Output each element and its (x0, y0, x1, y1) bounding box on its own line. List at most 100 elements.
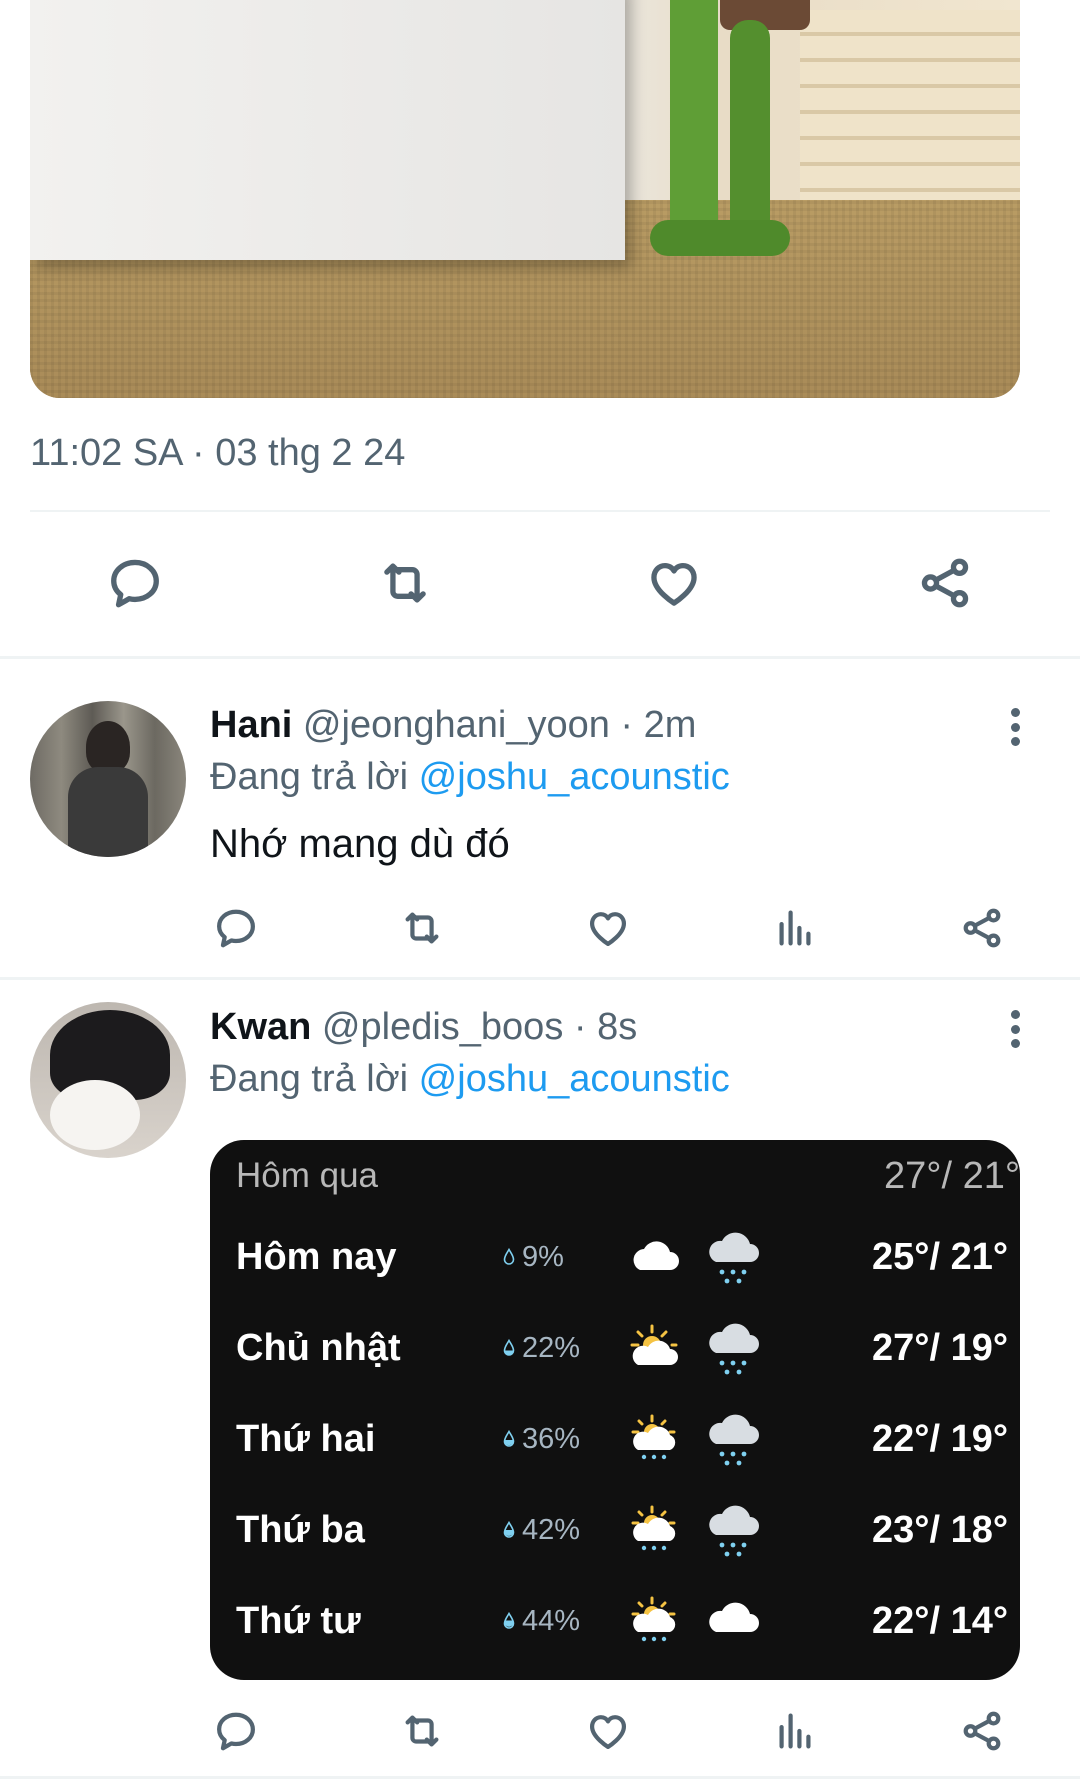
rain-chance: 22% (502, 1313, 580, 1383)
sun-cloud-rain-icon (631, 1596, 676, 1642)
reply-icon (111, 559, 159, 608)
like-icon (589, 912, 627, 947)
replying-prefix: Đang trả lời (210, 756, 409, 798)
sun-cloud-rain-icon (631, 1414, 676, 1460)
tweet-actions (0, 1703, 1080, 1759)
avatar[interactable] (30, 701, 186, 857)
weather-temp: 27°/ 19° (872, 1327, 1009, 1369)
rain-chance: 42% (502, 1495, 580, 1565)
sun-cloud-rain-icon (631, 1505, 676, 1551)
weather-day: Chủ nhật (236, 1327, 401, 1369)
media-baseboard (800, 10, 1020, 210)
views-button[interactable] (767, 1703, 823, 1759)
like-button[interactable] (580, 1703, 636, 1759)
share-button[interactable] (910, 548, 980, 618)
share-icon (921, 558, 969, 608)
reply-button[interactable] (208, 900, 264, 956)
rain-chance: 44% (502, 1586, 580, 1656)
like-icon (589, 1715, 627, 1750)
raindrop-icon (503, 1430, 515, 1447)
like-button[interactable] (580, 900, 636, 956)
tweet-actions (0, 900, 1080, 956)
cloud-rain-icon (709, 1323, 759, 1375)
retweet-icon (405, 1715, 439, 1747)
retweet-icon (405, 912, 439, 944)
avatar[interactable] (30, 1002, 186, 1158)
share-button[interactable] (954, 900, 1010, 956)
weather-day: Thứ tư (236, 1600, 361, 1642)
raindrop-icon (503, 1521, 515, 1538)
weather-row: Thứ hai 36% 22°/ 19° (210, 1404, 1020, 1474)
display-name[interactable]: Hani (210, 704, 292, 746)
media-door (30, 0, 625, 260)
raindrop-outline-icon (503, 1248, 515, 1265)
more-options-button[interactable] (1000, 1004, 1030, 1054)
views-icon (779, 1713, 811, 1749)
tweet-header: Kwan @pledis_boos · 8s (210, 1006, 637, 1049)
media-frog (670, 0, 718, 250)
weather-day: Hôm nay (236, 1236, 397, 1278)
tweet-divider (0, 977, 1080, 980)
retweet-button[interactable] (370, 548, 440, 618)
weather-row: Thứ tư 44% 22°/ 14° (210, 1586, 1020, 1656)
main-tweet-actions (0, 548, 1080, 618)
cloud-rain-icon (709, 1414, 759, 1466)
weather-forecast-image[interactable]: Hôm qua 27°/ 21° Hôm nay 9% 25°/ 21° Chủ… (210, 1140, 1020, 1680)
share-icon (963, 908, 1001, 948)
media-frog-foot (650, 220, 790, 256)
more-options-button[interactable] (1000, 702, 1030, 752)
replying-handle-link[interactable]: @joshu_acounstic (419, 756, 730, 798)
rain-percent: 36% (522, 1423, 581, 1455)
cloud-rain-icon (709, 1232, 759, 1284)
cloud-icon (633, 1241, 679, 1270)
display-name[interactable]: Kwan (210, 1006, 311, 1048)
weather-temp: 22°/ 19° (872, 1418, 1009, 1460)
tweet-divider (0, 1776, 1080, 1779)
reply-button[interactable] (208, 1703, 264, 1759)
weather-temp: 22°/ 14° (872, 1600, 1009, 1642)
rain-percent: 9% (522, 1241, 564, 1273)
raindrop-icon (503, 1612, 515, 1629)
raindrop-icon (503, 1339, 515, 1356)
reply-button[interactable] (100, 548, 170, 618)
weather-row: Hôm nay 9% 25°/ 21° (210, 1222, 1020, 1292)
reply-icon (217, 909, 255, 948)
views-icon (779, 910, 811, 946)
handle-and-time: @jeonghani_yoon · 2m (302, 704, 697, 746)
tweet-divider (0, 656, 1080, 659)
media-frog-leg (730, 20, 770, 250)
tweet-header: Hani @jeonghani_yoon · 2m (210, 704, 696, 747)
rain-percent: 22% (522, 1332, 581, 1364)
weather-day: Thứ ba (236, 1509, 365, 1551)
rain-percent: 44% (522, 1605, 581, 1637)
weather-temp: 27°/ 21° (884, 1155, 1020, 1197)
weather-day: Thứ hai (236, 1418, 376, 1460)
rain-chance: 36% (502, 1404, 580, 1474)
weather-row-yesterday: Hôm qua 27°/ 21° (210, 1141, 1020, 1211)
views-button[interactable] (767, 900, 823, 956)
rain-chance: 9% (502, 1222, 564, 1292)
like-button[interactable] (639, 548, 709, 618)
partly-sunny-icon (630, 1324, 678, 1365)
weather-temp: 23°/ 18° (872, 1509, 1009, 1551)
tweet-media-image[interactable] (30, 0, 1020, 398)
weather-temp: 25°/ 21° (872, 1236, 1009, 1278)
replying-to: Đang trả lời @joshu_acounstic (210, 1058, 730, 1101)
cloud-rain-icon (709, 1505, 759, 1557)
weather-row: Thứ ba 42% 23°/ 18° (210, 1495, 1020, 1565)
retweet-button[interactable] (394, 900, 450, 956)
like-icon (651, 562, 697, 606)
weather-day: Hôm qua (236, 1156, 379, 1195)
handle-and-time: @pledis_boos · 8s (321, 1006, 638, 1048)
share-button[interactable] (954, 1703, 1010, 1759)
divider (30, 510, 1050, 512)
share-icon (963, 1711, 1001, 1751)
replying-handle-link[interactable]: @joshu_acounstic (419, 1058, 730, 1100)
rain-percent: 42% (522, 1514, 581, 1546)
reply-icon (217, 1712, 255, 1751)
weather-row: Chủ nhật 22% 27°/ 19° (210, 1313, 1020, 1383)
tweet-timestamp[interactable]: 11:02 SA · 03 thg 2 24 (30, 432, 405, 475)
tweet-text: Nhớ mang dù đó (210, 822, 510, 866)
replying-to: Đang trả lời @joshu_acounstic (210, 756, 730, 799)
retweet-button[interactable] (394, 1703, 450, 1759)
